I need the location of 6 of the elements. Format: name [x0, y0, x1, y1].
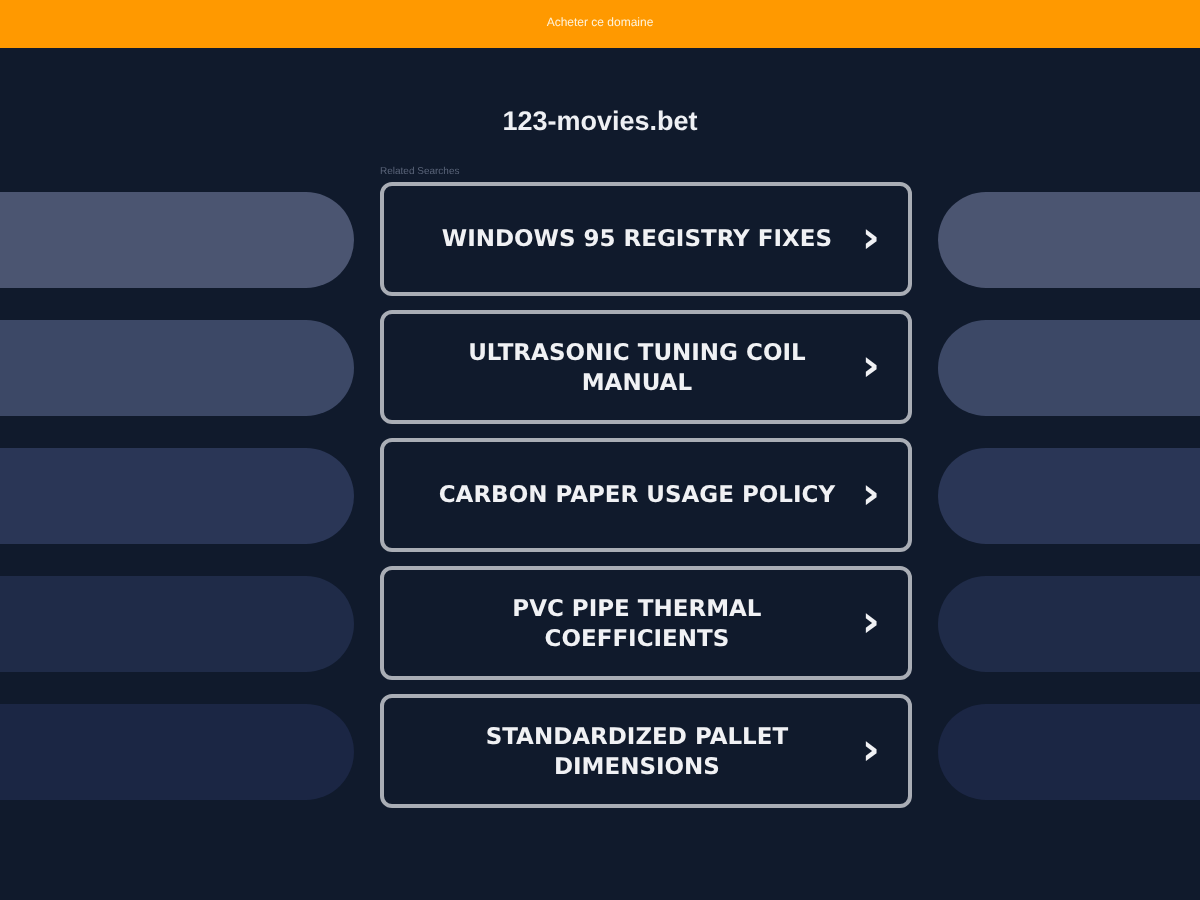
search-link-button[interactable]: PVC PIPE THERMAL COEFFICIENTS ›: [380, 566, 912, 680]
search-link-button[interactable]: STANDARDIZED PALLET DIMENSIONS ›: [380, 694, 912, 808]
site-title: 123-movies.bet: [500, 106, 700, 136]
search-link-button[interactable]: ULTRASONIC TUNING COIL MANUAL ›: [380, 310, 912, 424]
search-link-button[interactable]: CARBON PAPER USAGE POLICY ›: [380, 438, 912, 552]
search-link-button[interactable]: WINDOWS 95 REGISTRY FIXES ›: [380, 182, 912, 296]
